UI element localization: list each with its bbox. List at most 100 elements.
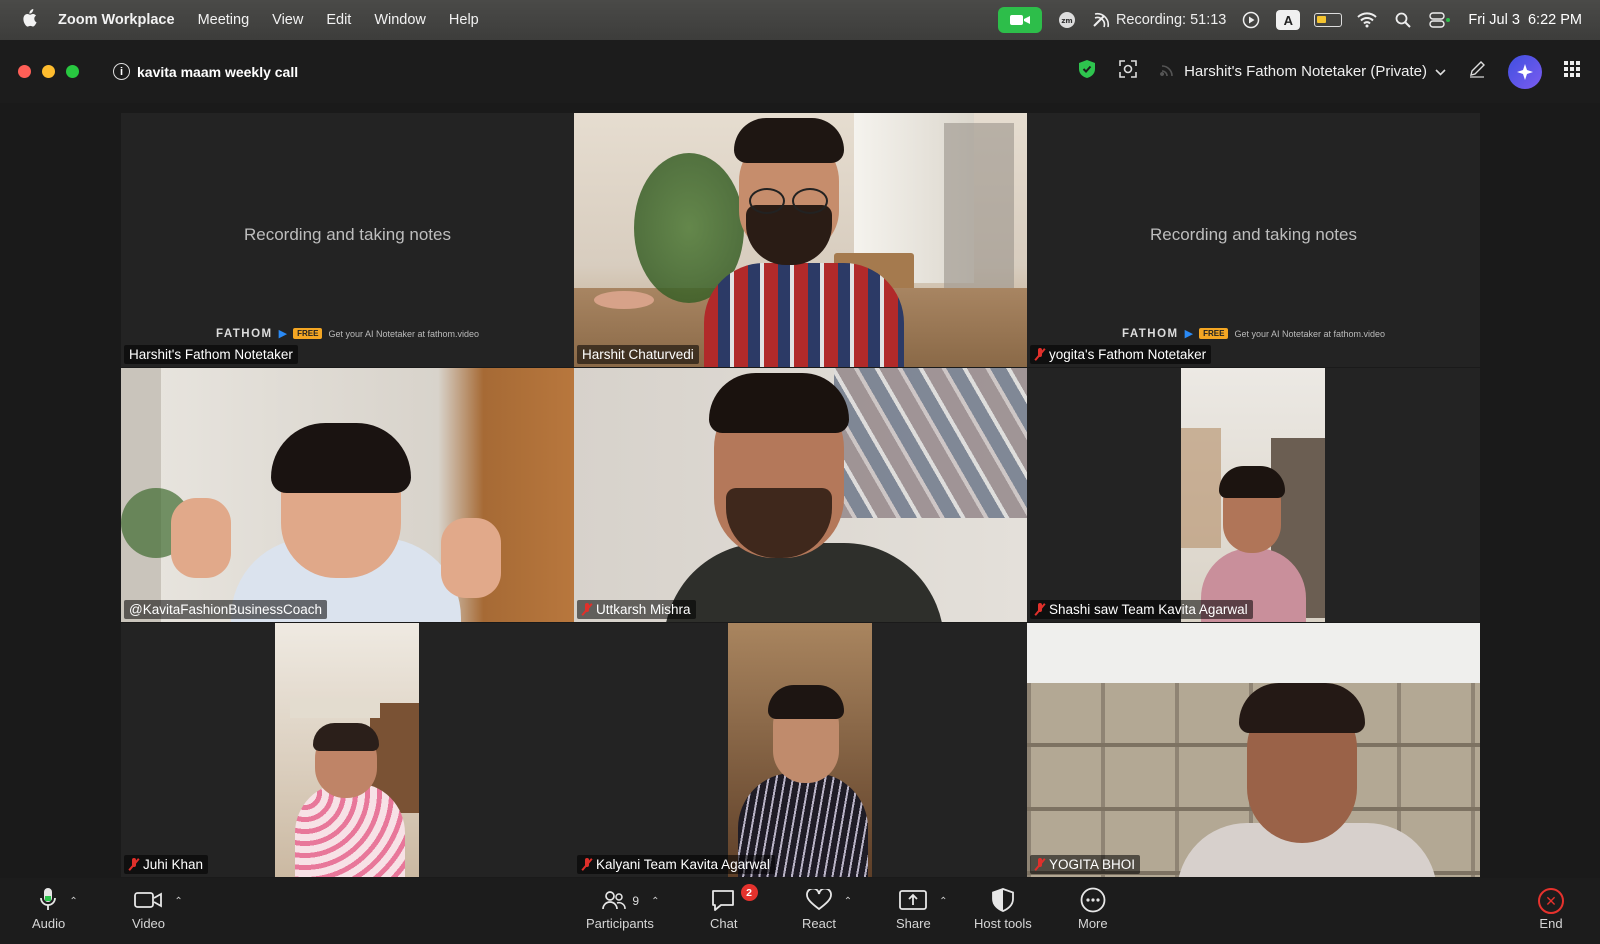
ai-companion-icon[interactable] [1508, 54, 1542, 89]
react-button[interactable]: ⌃ React [802, 886, 856, 931]
participants-count: 9 [632, 894, 640, 908]
spotlight-search-icon[interactable] [1392, 9, 1414, 31]
battery-icon[interactable] [1314, 13, 1343, 27]
notetaker-selector[interactable]: Harshit's Fathom Notetaker (Private) [1160, 63, 1446, 81]
participant-tile-uttkarsh[interactable]: Uttkarsh Mishra [574, 368, 1027, 622]
participant-name-text: Harshit Chaturvedi [582, 347, 694, 362]
participant-name-text: Kalyani Team Kavita Agarwal [596, 857, 770, 872]
zoom-camera-status-icon[interactable] [997, 7, 1042, 33]
host-tools-button[interactable]: Host tools [974, 886, 1032, 931]
muted-mic-icon [1035, 603, 1045, 616]
share-screen-icon [899, 889, 928, 914]
participant-tile-bot-yogita[interactable]: Recording and taking notes FATHOM ▶ FREE… [1027, 113, 1480, 367]
encryption-shield-icon[interactable] [1078, 59, 1096, 84]
fathom-free-badge: FREE [1199, 328, 1229, 339]
close-window-button[interactable] [18, 65, 31, 78]
more-ellipsis-icon [1080, 887, 1106, 916]
notetaker-signal-icon [1160, 63, 1176, 81]
notetaker-label: Harshit's Fathom Notetaker (Private) [1184, 63, 1427, 80]
muted-mic-icon [582, 858, 592, 871]
share-options-caret-icon[interactable]: ⌃ [939, 896, 947, 907]
participant-name: Shashi saw Team Kavita Agarwal [1030, 600, 1253, 619]
fathom-cta: Get your AI Notetaker at fathom.video [1234, 328, 1386, 339]
menu-app-name[interactable]: Zoom Workplace [58, 12, 175, 28]
chevron-down-icon [1435, 63, 1446, 80]
shield-icon [992, 887, 1014, 915]
participants-button[interactable]: 9 ⌃ Participants [586, 886, 676, 931]
video-feed [1027, 623, 1480, 877]
datetime[interactable]: Fri Jul 3 6:22 PM [1468, 12, 1582, 28]
focus-mode-icon[interactable] [1118, 59, 1138, 84]
video-options-caret-icon[interactable]: ⌃ [174, 896, 182, 907]
menu-meeting[interactable]: Meeting [198, 12, 250, 28]
participant-tile-harshit-chaturvedi[interactable]: Harshit Chaturvedi [574, 113, 1027, 367]
fathom-cta: Get your AI Notetaker at fathom.video [328, 328, 480, 339]
video-button[interactable]: ⌃ Video [132, 886, 185, 931]
muted-mic-icon [1035, 348, 1045, 361]
meeting-info[interactable]: i kavita maam weekly call [113, 63, 298, 80]
menu-edit[interactable]: Edit [326, 12, 351, 28]
participant-name-text: Uttkarsh Mishra [596, 602, 691, 617]
participant-name: Kalyani Team Kavita Agarwal [577, 855, 775, 874]
fathom-brand: FATHOM [1121, 327, 1179, 340]
microphone-icon [39, 887, 57, 916]
video-feed [275, 623, 419, 877]
menu-help[interactable]: Help [449, 12, 479, 28]
participants-label: Participants [586, 916, 654, 931]
recording-icon: Recording: 51:13 [1092, 9, 1226, 31]
participants-options-caret-icon[interactable]: ⌃ [651, 896, 659, 907]
meeting-title: kavita maam weekly call [137, 63, 299, 80]
input-source-indicator[interactable]: A [1276, 10, 1301, 30]
info-icon[interactable]: i [113, 63, 130, 80]
react-options-caret-icon[interactable]: ⌃ [844, 896, 852, 907]
audio-button[interactable]: ⌃ Audio [32, 886, 85, 931]
control-center-icon[interactable] [1428, 9, 1454, 31]
menu-view[interactable]: View [272, 12, 303, 28]
participant-name-text: Harshit's Fathom Notetaker [129, 347, 293, 362]
meeting-toolbar: ⌃ Audio ⌃ Video 9 ⌃ Participants 2 ⌃ Cha… [0, 878, 1600, 944]
participant-name: Harshit Chaturvedi [577, 345, 699, 364]
window-controls [18, 65, 79, 78]
chat-button[interactable]: 2 ⌃ Chat [710, 884, 758, 931]
fathom-brand: FATHOM [215, 327, 273, 340]
play-icon[interactable] [1240, 9, 1262, 31]
participant-tile-kalyani[interactable]: Kalyani Team Kavita Agarwal [574, 623, 1027, 877]
zoom-menu-icon[interactable]: zm [1056, 9, 1078, 31]
muted-mic-icon [582, 603, 592, 616]
video-label: Video [132, 916, 166, 931]
participant-tile-shashi[interactable]: Shashi saw Team Kavita Agarwal [1027, 368, 1480, 622]
wifi-icon[interactable] [1356, 9, 1378, 31]
participant-name: YOGITA BHOI [1030, 855, 1141, 874]
chat-icon [711, 888, 737, 915]
react-label: React [802, 916, 836, 931]
participant-name: yogita's Fathom Notetaker [1030, 345, 1212, 364]
video-camera-icon [134, 891, 163, 912]
participant-name-text: yogita's Fathom Notetaker [1049, 347, 1207, 362]
fathom-status-text: Recording and taking notes [1150, 225, 1357, 244]
annotate-pencil-icon[interactable] [1468, 60, 1486, 83]
participant-name-text: YOGITA BHOI [1049, 857, 1136, 872]
more-button[interactable]: More [1078, 886, 1108, 931]
apple-icon[interactable] [0, 8, 58, 32]
fathom-arrow-icon: ▶ [278, 328, 288, 340]
minimize-window-button[interactable] [42, 65, 55, 78]
fathom-free-badge: FREE [293, 328, 323, 339]
video-feed [728, 623, 872, 877]
gallery-view: Recording and taking notes FATHOM ▶ FREE… [0, 103, 1600, 878]
participant-tile-bot-harshit[interactable]: Recording and taking notes FATHOM ▶ FREE… [121, 113, 574, 367]
participant-tile-kavita[interactable]: @KavitaFashionBusinessCoach [121, 368, 574, 622]
menu-window[interactable]: Window [374, 12, 426, 28]
participant-tile-juhi[interactable]: Juhi Khan [121, 623, 574, 877]
video-feed [574, 113, 1027, 367]
share-button[interactable]: ⌃ Share [896, 886, 951, 931]
zoom-window-button[interactable] [66, 65, 79, 78]
muted-mic-icon [1035, 858, 1045, 871]
video-feed [121, 368, 574, 622]
fathom-status-text: Recording and taking notes [244, 225, 451, 244]
chat-unread-badge: 2 [740, 884, 758, 901]
apps-grid-icon[interactable] [1564, 61, 1580, 82]
heart-icon [805, 887, 832, 914]
participant-tile-yogita-bhoi[interactable]: YOGITA BHOI [1027, 623, 1480, 877]
end-meeting-button[interactable]: ✕ End [1538, 886, 1564, 931]
audio-options-caret-icon[interactable]: ⌃ [69, 896, 77, 907]
